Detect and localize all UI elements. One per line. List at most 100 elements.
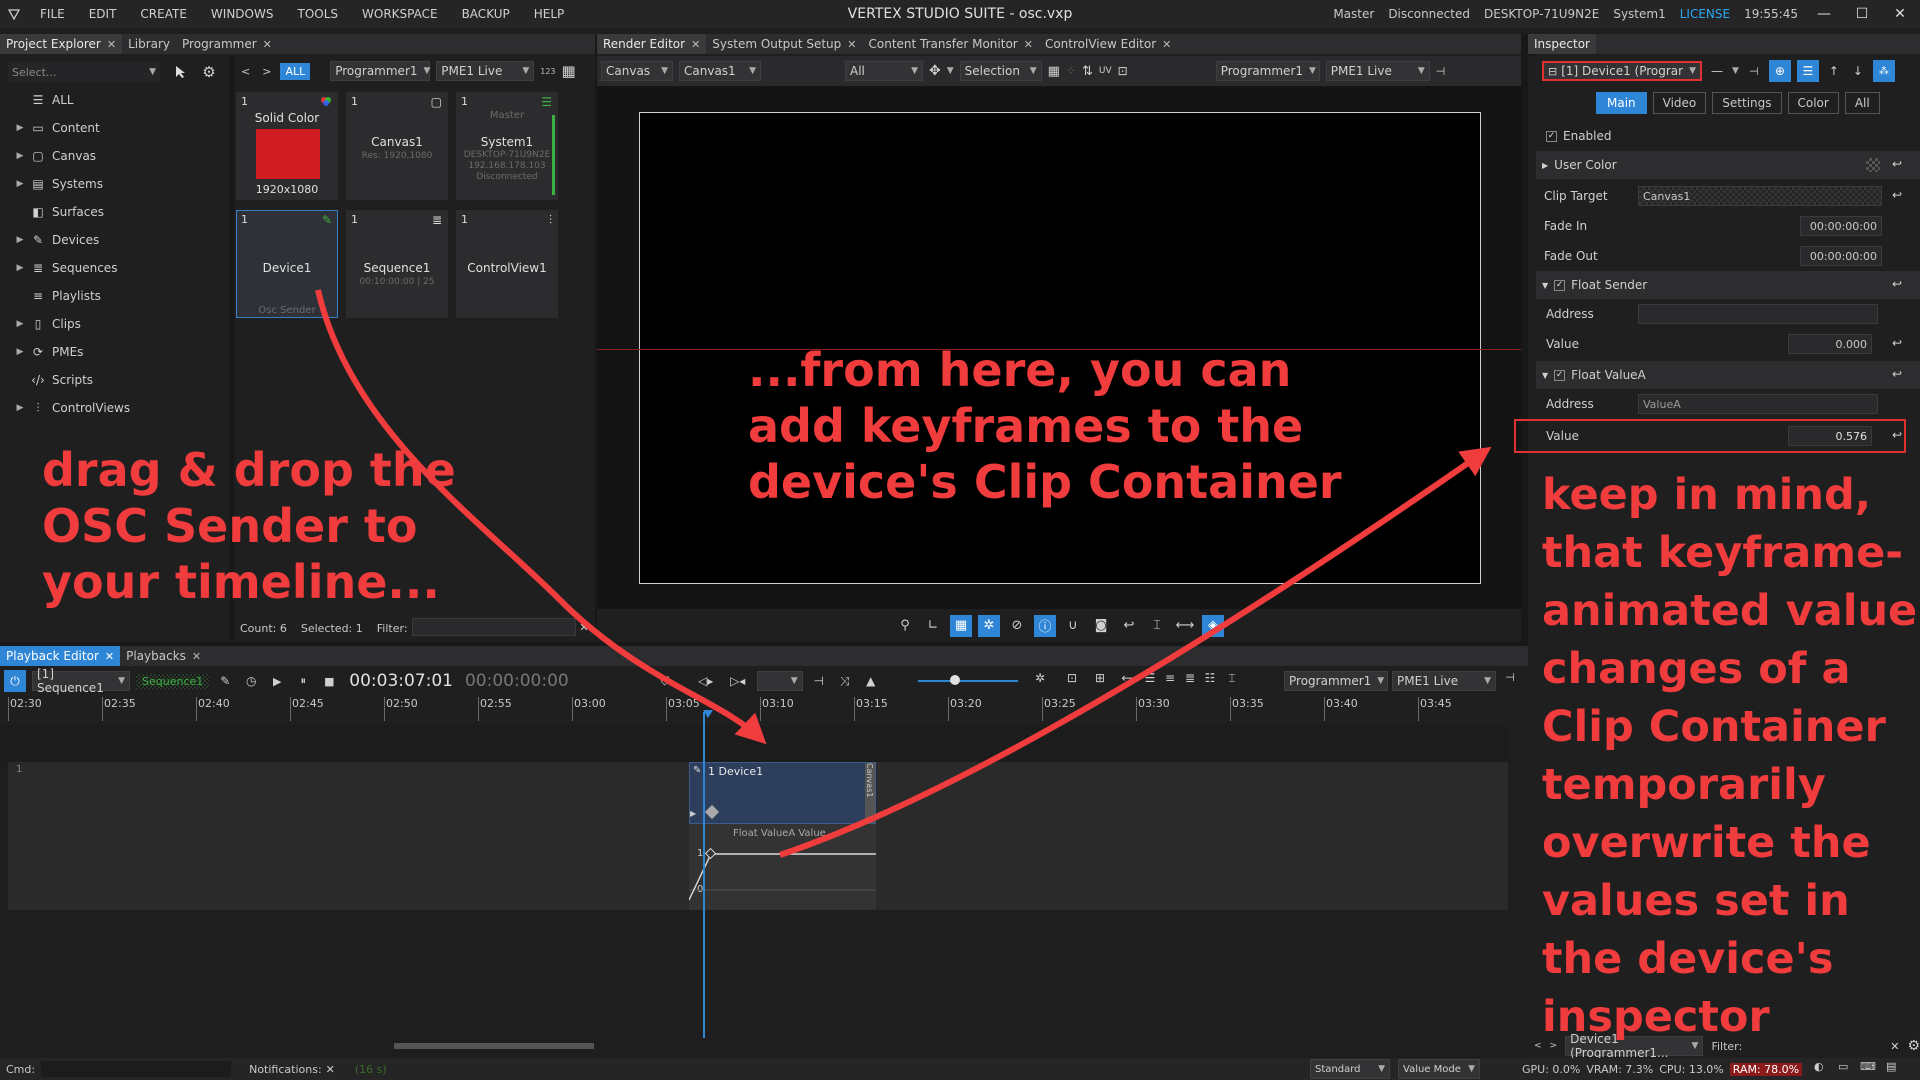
tab-controlview-editor[interactable]: ControlView Editor ✕	[1039, 34, 1177, 54]
pause-icon[interactable]: ⏸	[293, 674, 313, 688]
target-lock-icon[interactable]: ⊕	[1768, 60, 1791, 82]
fs-value-field[interactable]: 0.000	[1788, 334, 1872, 354]
angle-icon[interactable]: ∟	[922, 618, 944, 633]
grid-toggle-icon[interactable]: ▦	[950, 614, 972, 637]
edit-icon[interactable]: ✎	[215, 674, 235, 688]
playback-pme-dropdown[interactable]: PME1 Live ▼	[1392, 671, 1496, 691]
tab-library[interactable]: Library	[122, 34, 176, 54]
split-icon[interactable]: ⌶	[1222, 671, 1242, 686]
user-icon[interactable]: ◐	[1814, 1060, 1824, 1073]
align-left-icon[interactable]: ☰	[1140, 671, 1160, 685]
mountain-icon[interactable]: ▲	[861, 674, 881, 688]
playhead-line[interactable]	[703, 712, 705, 1038]
uv-icon[interactable]: UV	[1099, 66, 1112, 76]
pin-icon[interactable]: ⊣	[1436, 65, 1446, 78]
grid-icon[interactable]: ▦	[1048, 64, 1060, 79]
clear-filter-icon[interactable]: ✕	[576, 617, 592, 637]
pin-icon[interactable]: ⊣	[1500, 671, 1520, 684]
arrow-down-icon[interactable]: ↓	[1849, 64, 1867, 78]
minimize-icon[interactable]: —	[1812, 6, 1836, 22]
tab-playback-editor[interactable]: Playback Editor ✕	[0, 646, 121, 666]
menu-workspace[interactable]: WORKSPACE	[350, 7, 450, 21]
library-card-controlview[interactable]: 1 ⫶ ControlView1	[456, 210, 558, 318]
tree-item-playlists[interactable]: ≡ Playlists	[12, 282, 222, 310]
reset-icon[interactable]: ↩	[1892, 277, 1902, 291]
clip-start-handle-icon[interactable]: ▶	[690, 809, 696, 818]
undo-icon[interactable]: ↩	[1118, 618, 1140, 633]
snapshot-icon[interactable]: ◙	[1090, 618, 1112, 633]
reset-icon[interactable]: ↩	[1892, 188, 1902, 202]
tab-playbacks[interactable]: Playbacks ✕	[120, 646, 207, 666]
value-mode-dropdown[interactable]: Value Mode ▼	[1398, 1059, 1480, 1079]
library-card-system[interactable]: 1 ☰ Master System1 DESKTOP-71U9N2E 192.1…	[456, 92, 558, 200]
reset-icon[interactable]: ↩	[1892, 367, 1902, 381]
hide-icon[interactable]: ⊘	[1006, 618, 1028, 633]
cue-next-icon[interactable]: ▷◂	[725, 674, 751, 688]
user-color-swatch[interactable]	[1866, 158, 1880, 172]
enabled-row[interactable]: ✓ Enabled	[1536, 121, 1920, 151]
float-valuea-header[interactable]: ▼ ✓ Float ValueA ↩	[1536, 361, 1920, 389]
float-sender-header[interactable]: ▼ ✓ Float Sender ↩	[1536, 271, 1920, 299]
stop-icon[interactable]: ■	[319, 675, 339, 688]
tree-item-scripts[interactable]: ‹/› Scripts	[12, 366, 222, 394]
tree-item-surfaces[interactable]: ◧ Surfaces	[12, 198, 222, 226]
horizontal-scrollbar[interactable]	[8, 1040, 1520, 1052]
tab-content-transfer-monitor[interactable]: Content Transfer Monitor ✕	[863, 34, 1039, 54]
tab-system-output-setup[interactable]: System Output Setup ✕	[706, 34, 862, 54]
library-card-solid-color[interactable]: 1 Solid Color 1920x1080	[236, 92, 338, 200]
tree-item-clips[interactable]: ▶ ▯ Clips	[12, 310, 222, 338]
tab-programmer[interactable]: Programmer ✕	[176, 34, 278, 54]
view-main-button[interactable]: Main	[1596, 92, 1647, 114]
view-color-button[interactable]: Color	[1787, 92, 1839, 114]
license-link[interactable]: LICENSE	[1680, 7, 1730, 21]
fva-address-field[interactable]: ValueA	[1638, 394, 1878, 414]
info-icon[interactable]: ⓘ	[1034, 614, 1056, 637]
snap-icon[interactable]: ⁘	[1066, 64, 1076, 78]
menu-create[interactable]: CREATE	[128, 7, 199, 21]
programmer-dropdown[interactable]: Programmer1 ▼	[330, 61, 430, 81]
zoom-slider[interactable]	[918, 680, 1018, 682]
library-filter-input[interactable]	[412, 618, 576, 636]
vertical-scrollbar[interactable]	[1508, 726, 1520, 1040]
clock-icon[interactable]: ◷	[241, 674, 261, 688]
fs-address-field[interactable]	[1638, 304, 1878, 324]
enabled-checkbox[interactable]: ✓	[1546, 130, 1557, 142]
sequence-dropdown[interactable]: [1] Sequence1 ▼	[32, 667, 130, 695]
clip-side-handle[interactable]: Canvas1	[865, 763, 875, 823]
align-right-icon[interactable]: ≣	[1180, 671, 1200, 685]
float-sender-checkbox[interactable]: ✓	[1554, 279, 1566, 291]
markers-icon[interactable]: ⟵	[1120, 671, 1140, 685]
arrow-up-icon[interactable]: ↑	[1825, 64, 1843, 78]
tab-render-editor[interactable]: Render Editor ✕	[597, 34, 707, 54]
menu-help[interactable]: HELP	[522, 7, 577, 21]
pivot-icon[interactable]: ⚲	[894, 618, 916, 633]
timeline-marker-lane[interactable]	[0, 726, 1520, 762]
close-icon[interactable]: ✕	[691, 38, 700, 51]
play-icon[interactable]: ▶	[267, 675, 287, 688]
grid-view-icon[interactable]: ▦	[562, 62, 576, 80]
tab-inspector[interactable]: Inspector	[1528, 34, 1596, 54]
user-color-header[interactable]: ▶ User Color ↩	[1536, 151, 1920, 179]
align-center-icon[interactable]: ≡	[1160, 671, 1180, 685]
link-icon[interactable]: ◈	[1202, 614, 1224, 637]
clip-container[interactable]: ✎ 1 Device1 ▶ Canvas1 Float ValueA Value…	[689, 762, 876, 910]
menu-file[interactable]: FILE	[28, 7, 77, 21]
library-card-canvas[interactable]: 1 ▢ Canvas1 Res: 1920,1080	[346, 92, 448, 200]
render-programmer-dropdown[interactable]: Programmer1 ▼	[1215, 61, 1320, 81]
timeline-empty-area[interactable]	[8, 910, 1520, 1040]
clear-notifications-icon[interactable]: ✕	[326, 1063, 335, 1076]
monitor-icon[interactable]: ▭	[1838, 1060, 1848, 1073]
close-icon[interactable]: ✕	[1024, 38, 1033, 51]
clip-target-field[interactable]: Canvas1	[1638, 186, 1882, 206]
power-icon[interactable]: ⏻	[4, 670, 26, 692]
tree-item-sequences[interactable]: ▶ ≣ Sequences	[12, 254, 222, 282]
fit-icon[interactable]: ⊡	[1118, 64, 1128, 78]
shield-icon[interactable]: ⛉	[655, 674, 675, 689]
move-icon[interactable]: ✥	[929, 63, 941, 79]
keyframe-diamond-icon[interactable]	[704, 804, 720, 820]
fva-value-field[interactable]: 0.576	[1788, 426, 1872, 446]
reset-icon[interactable]: ↩	[1892, 428, 1902, 442]
canvas-mode-dropdown[interactable]: Canvas ▼	[601, 61, 673, 81]
gear-icon[interactable]: ⚙	[200, 62, 218, 82]
nav-next-button[interactable]: >	[259, 65, 274, 78]
